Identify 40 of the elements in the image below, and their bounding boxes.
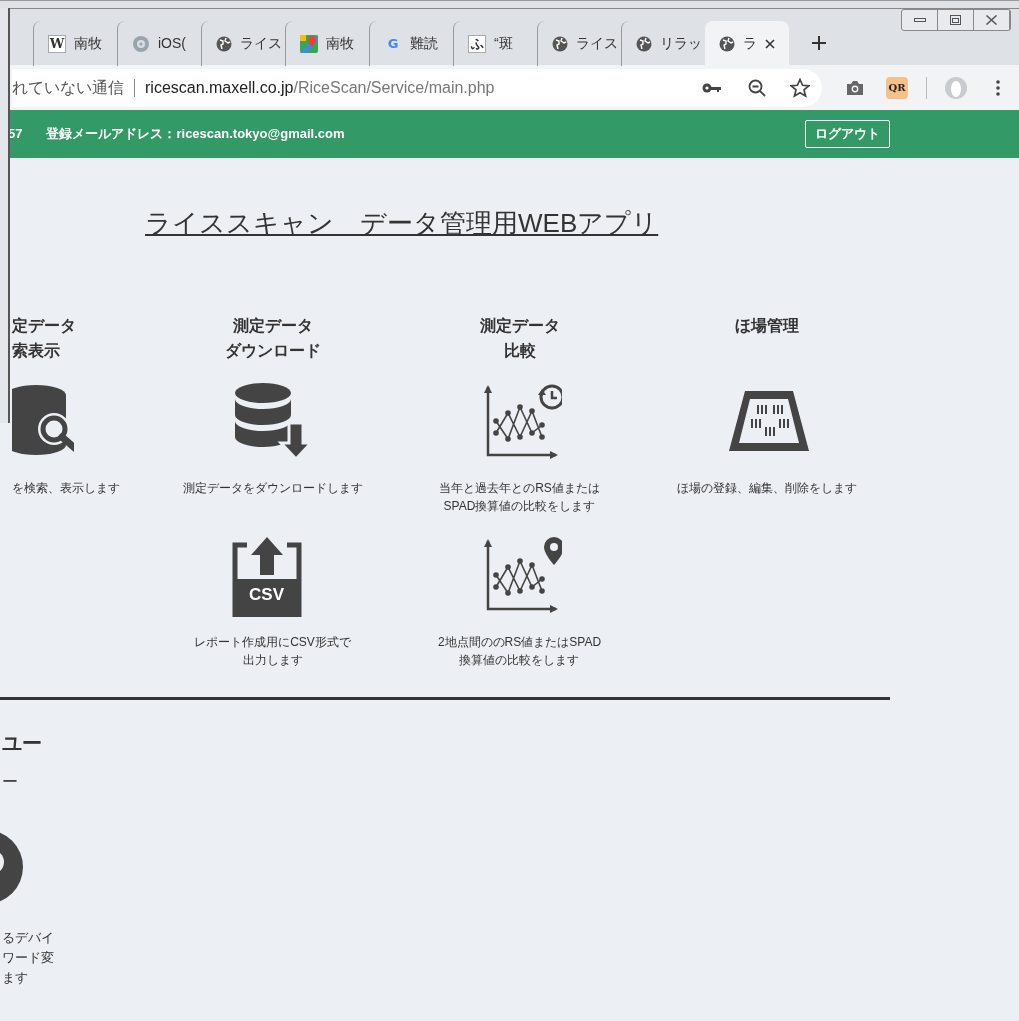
extension-button[interactable]: QR: [880, 70, 914, 105]
feature-description: ほ場の登録、編集、削除をします: [676, 480, 857, 497]
camera-icon: [846, 79, 864, 96]
close-icon[interactable]: [765, 38, 775, 49]
globe-icon: [719, 35, 735, 52]
browser-tab[interactable]: ラ: [705, 21, 789, 66]
feature-title[interactable]: ほ場管理: [734, 313, 799, 369]
flower-icon: [132, 34, 150, 53]
favicon: G: [386, 34, 400, 53]
logout-button[interactable]: ログアウト: [805, 120, 890, 148]
feature-description: を検索、表示します: [12, 480, 120, 497]
zoom-out-icon[interactable]: [748, 78, 766, 97]
address-bar[interactable]: れていない通信 ricescan.maxell.co.jp/RiceScan/Service/main.php: [12, 68, 822, 107]
section-heading: ユー: [1, 731, 43, 756]
menu-description: るデバイ ワード変 ます: [1, 929, 55, 987]
new-tab-icon[interactable]: [811, 35, 827, 51]
favicon: ふ: [468, 34, 486, 53]
feature-description: レポート作成用にCSV形式で 出力します: [194, 634, 351, 669]
star-icon[interactable]: [790, 77, 810, 98]
restore-icon: [950, 15, 961, 25]
csv-label: CSV: [248, 585, 285, 605]
menu-icon: [996, 79, 1000, 96]
account-email: 登録メールアドレス：ricescan.tokyo@gmail.com: [46, 125, 345, 144]
map-icon: [300, 34, 318, 53]
globe-icon: [552, 35, 568, 52]
close-icon: [986, 15, 997, 25]
feature-title[interactable]: 定データ 索表示: [12, 313, 76, 369]
feature-description: 2地点間ののRS値またはSPAD 換算値の比較をします: [437, 634, 602, 669]
globe-icon: [636, 35, 652, 52]
feature-title[interactable]: 測定データ 比較: [479, 313, 560, 369]
avatar-icon: [944, 75, 968, 100]
menu-label: ー: [1, 772, 19, 792]
favicon: W: [48, 34, 66, 53]
minimize-icon: [913, 18, 926, 22]
feature-description: 測定データをダウンロードします: [182, 480, 363, 497]
feature-title[interactable]: 測定データ ダウンロード: [224, 313, 321, 369]
page-title: ライススキャン データ管理用WEBアプリ: [144, 207, 659, 240]
globe-icon: [216, 35, 232, 52]
feature-description: 当年と過去年とのRS値または SPAD換算値の比較をします: [439, 480, 600, 515]
key-icon[interactable]: [702, 81, 722, 94]
